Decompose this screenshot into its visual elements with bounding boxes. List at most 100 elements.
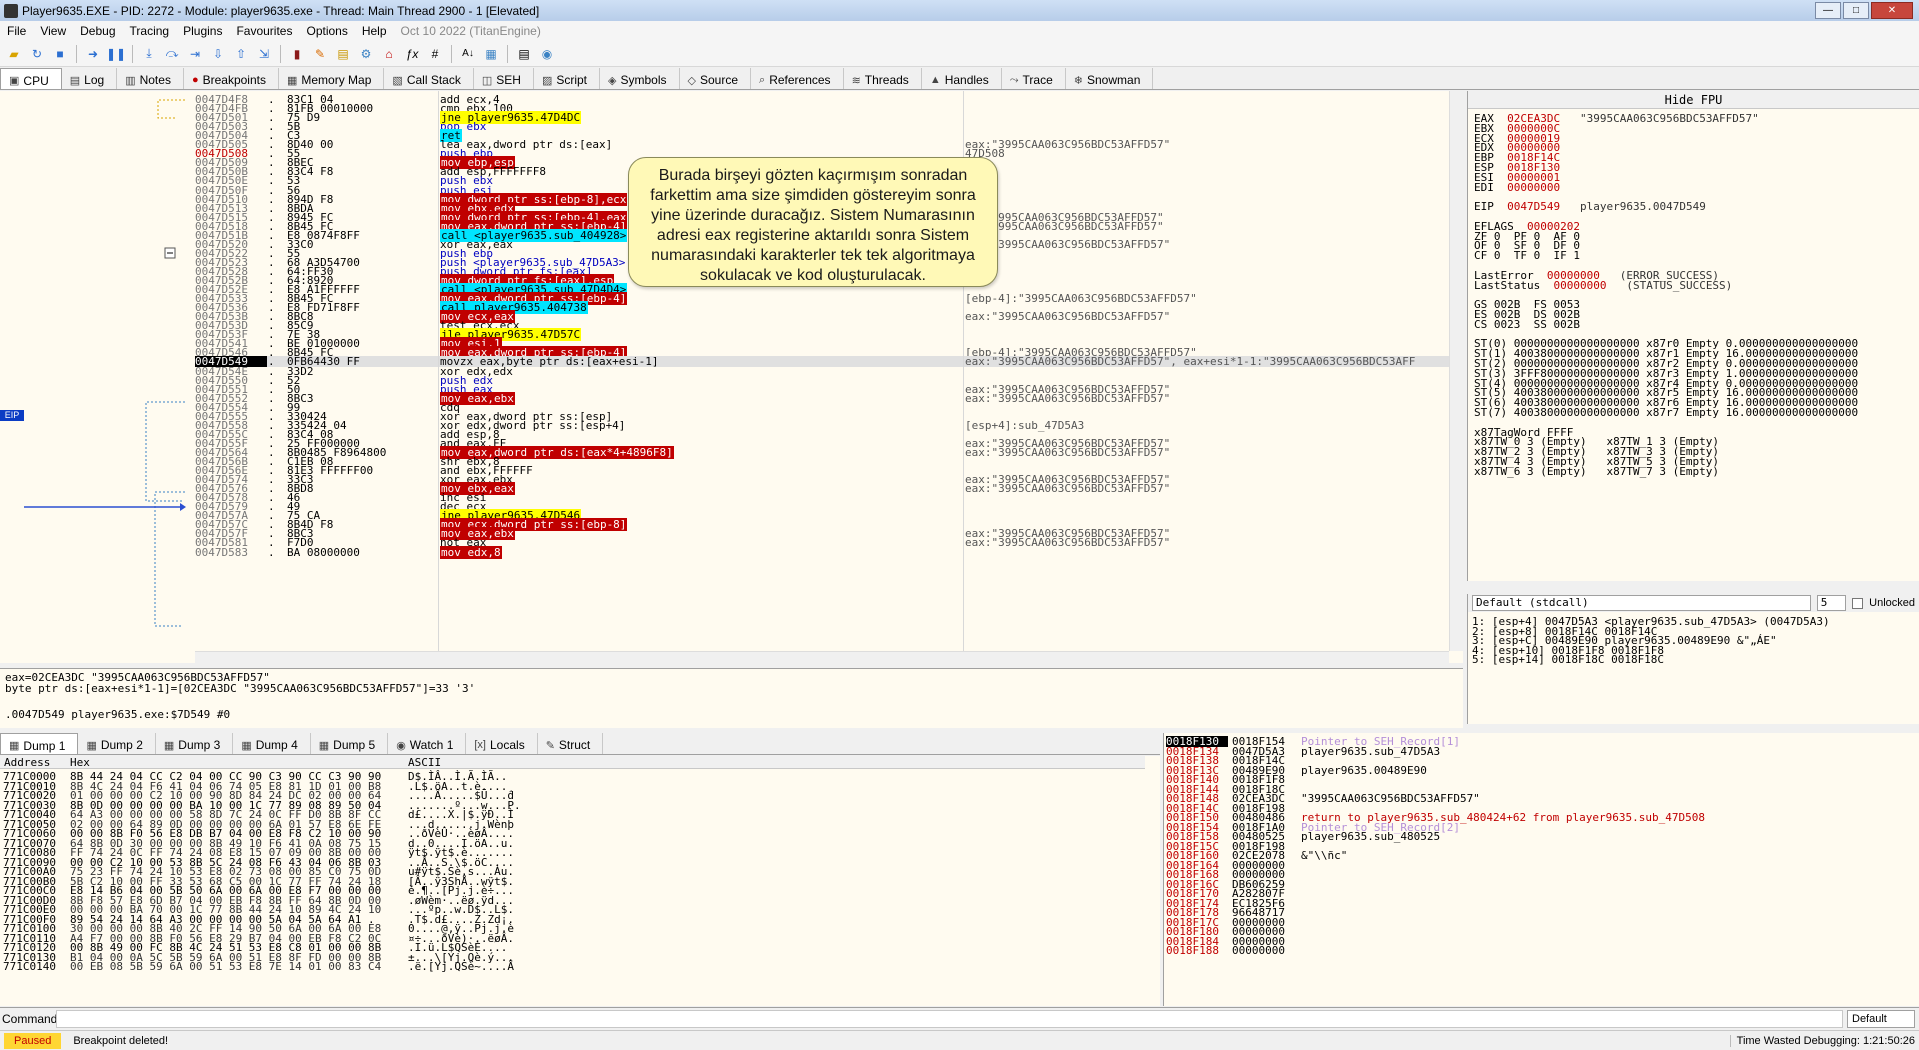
register-name: LastStatus (1474, 278, 1541, 292)
tab-symbols[interactable]: ◈ Symbols (600, 68, 680, 89)
stack-row[interactable]: 0018F188 00000000 (1166, 945, 1906, 956)
settings-icon[interactable]: ▤ (514, 44, 534, 64)
functions-icon[interactable]: ƒx (402, 44, 422, 64)
dump-tab-locals[interactable]: [x] Locals (466, 733, 538, 754)
minimize-button[interactable]: — (1815, 2, 1841, 19)
hash-icon[interactable]: # (425, 44, 445, 64)
calculator-icon[interactable]: ▦ (481, 44, 501, 64)
dump-tab-dump-4[interactable]: ▦ Dump 4 (233, 733, 311, 754)
run-icon[interactable]: ➜ (83, 44, 103, 64)
tab-memory-map[interactable]: ▦ Memory Map (279, 68, 385, 89)
dump-tab-icon: ▦ (86, 739, 97, 752)
dump-address: 771C0140 (3, 960, 56, 973)
disasm-vertical-scrollbar[interactable] (1449, 91, 1463, 651)
trace-into-icon[interactable]: ⇥ (185, 44, 205, 64)
tab-label: Symbols (620, 73, 667, 87)
tab-trace[interactable]: ⤳ Trace (1002, 68, 1066, 89)
help-icon[interactable]: ◉ (537, 44, 557, 64)
pause-icon[interactable]: ❚❚ (106, 44, 126, 64)
close-button[interactable]: ✕ (1871, 2, 1913, 19)
tab-notes[interactable]: ▥ Notes (117, 68, 184, 89)
disasm-horizontal-scrollbar[interactable] (195, 651, 1449, 663)
step-over-icon[interactable]: ⤼ (162, 44, 182, 64)
tab-threads[interactable]: ≋ Threads (844, 68, 922, 89)
register-line[interactable]: EDI 00000000 (1474, 182, 1560, 193)
stack-view[interactable]: 0018F130 0018F154 Pointer to SEH_Record[1]… (1163, 733, 1919, 1006)
dump-tab-dump-5[interactable]: ▦ Dump 5 (311, 733, 389, 754)
trace-over-icon[interactable]: ⇩ (208, 44, 228, 64)
command-label: Command: (2, 1011, 61, 1026)
dump-tab-label: Dump 4 (255, 738, 298, 752)
tab-cpu[interactable]: ▣ CPU (0, 68, 62, 89)
tab-script[interactable]: ▨ Script (534, 68, 601, 89)
dump-tab-struct[interactable]: ✎ Struct (538, 733, 604, 754)
tab-icon: ▦ (286, 74, 298, 87)
dump-tab-dump-3[interactable]: ▦ Dump 3 (156, 733, 234, 754)
toolbar-separator (451, 44, 452, 63)
hide-fpu-button[interactable]: Hide FPU (1468, 91, 1919, 109)
tab-label: SEH (496, 73, 521, 87)
register-line[interactable]: EIP 0047D549 player9635.0047D549 (1474, 201, 1706, 212)
tab-call-stack[interactable]: ▧ Call Stack (384, 68, 474, 89)
restart-icon[interactable]: ↻ (27, 44, 47, 64)
tab-source[interactable]: ◇ Source (680, 68, 752, 89)
strings-icon[interactable]: A↓ (458, 44, 478, 64)
dump-tab-watch-1[interactable]: ◉ Watch 1 (388, 733, 467, 754)
tab-label: Notes (139, 73, 171, 87)
menu-item[interactable]: Debug (73, 24, 122, 38)
tab-snowman[interactable]: ❄ Snowman (1066, 68, 1154, 89)
app-icon (4, 3, 18, 18)
comments-icon[interactable]: ▤ (333, 44, 353, 64)
dump-tab-dump-2[interactable]: ▦ Dump 2 (78, 733, 156, 754)
maximize-button[interactable]: □ (1843, 2, 1869, 19)
register-name: ST(7) 4003800000000000000 x87r7 Empty 16… (1474, 406, 1859, 419)
menu-item[interactable]: Favourites (229, 24, 299, 38)
tab-label: Memory Map (301, 73, 372, 87)
dump-tab-dump-1[interactable]: ▦ Dump 1 (0, 733, 79, 754)
menu-item[interactable]: Plugins (176, 24, 229, 38)
dump-tab-label: Dump 2 (100, 738, 143, 752)
run-to-user-code-icon[interactable]: ⇲ (254, 44, 274, 64)
command-mode-dropdown[interactable]: Default (1847, 1009, 1915, 1028)
tab-seh[interactable]: ◫ SEH (474, 68, 534, 89)
scylla-icon[interactable]: ▮ (287, 44, 307, 64)
register-line[interactable]: CS 0023 SS 002B (1474, 319, 1580, 330)
command-input[interactable] (56, 1009, 1843, 1028)
dump-row[interactable]: 771C0140 00 EB 08 5B 59 6A 00 51 53 E8 7E… (3, 961, 543, 972)
register-line[interactable]: CF 0 TF 0 IF 1 (1474, 250, 1580, 261)
labels-icon[interactable]: ⚙ (356, 44, 376, 64)
argument-count-spinner[interactable]: 5 (1816, 595, 1847, 611)
disasm-row[interactable]: 0047D583. BA 08000000 mov edx,8 (195, 545, 1449, 559)
register-line[interactable]: x87TW_6 3 (Empty) x87TW_7 3 (Empty) (1474, 466, 1719, 477)
menu-item[interactable]: Options (299, 24, 354, 38)
register-line[interactable]: ST(7) 4003800000000000000 x87r7 Empty 16… (1474, 407, 1858, 418)
bookmarks-icon[interactable]: ⌂ (379, 44, 399, 64)
stop-icon[interactable]: ■ (50, 44, 70, 64)
open-icon[interactable]: ▰ (4, 44, 24, 64)
window-title: Player9635.EXE - PID: 2272 - Module: pla… (22, 3, 540, 18)
registers-panel[interactable]: Hide FPU EAX 02CEA3DC "3995CAA063C956BDC… (1467, 91, 1919, 581)
tab-breakpoints[interactable]: ● Breakpoints (184, 68, 279, 89)
dump-tab-label: Dump 1 (23, 738, 66, 753)
menu-item[interactable]: File (0, 24, 33, 38)
tab-icon: ▲ (929, 74, 941, 86)
tab-references[interactable]: ⌕ References (751, 68, 844, 89)
dump-tab-icon: ▦ (163, 739, 175, 752)
menu-item[interactable]: Tracing (123, 24, 177, 38)
menu-item[interactable]: View (33, 24, 73, 38)
hex-dump-view[interactable]: Address Hex ASCII 771C0000 8B 44 24 04 CC… (0, 756, 1160, 1006)
register-line[interactable]: LastStatus 00000000 (STATUS_SUCCESS) (1474, 280, 1732, 291)
toolbar-separator (76, 44, 77, 63)
step-into-icon[interactable]: ⤓ (139, 44, 159, 64)
calling-convention-select[interactable]: Default (stdcall) (1472, 595, 1811, 611)
unlocked-checkbox[interactable] (1852, 597, 1864, 609)
call-argument-line[interactable]: 5: [esp+14] 0018F18C 0018F18C (1472, 654, 1664, 665)
menu-item[interactable]: Help (355, 24, 394, 38)
column-separator (438, 91, 439, 651)
tab-icon: ▥ (125, 74, 136, 87)
tab-handles[interactable]: ▲ Handles (922, 68, 1002, 89)
patch-icon[interactable]: ✎ (310, 44, 330, 64)
dump-tab-icon: ✎ (545, 739, 555, 752)
tab-log[interactable]: ▤ Log (62, 68, 118, 89)
execute-till-return-icon[interactable]: ⇧ (231, 44, 251, 64)
